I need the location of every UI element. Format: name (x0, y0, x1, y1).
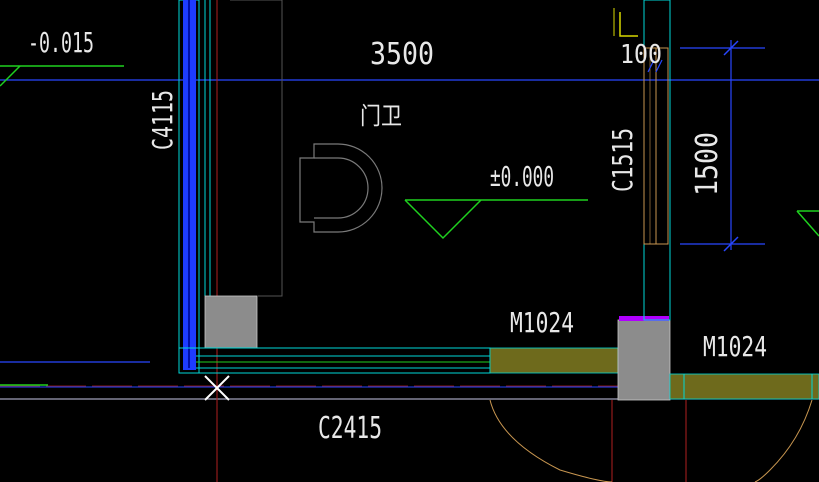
cad-drawing-canvas[interactable]: -0.015 3500 门卫 100 ±0.000 M1024 M1024 C2… (0, 0, 819, 482)
elevation-label-center: ±0.000 (490, 160, 554, 193)
dimension-label-1500: 1500 (690, 132, 725, 196)
elev-center-triangle (404, 199, 482, 240)
door-swing-arc (489, 399, 613, 482)
door-label-m1024-right: M1024 (703, 330, 767, 363)
elev-left-slope (0, 65, 21, 87)
door-swing-arc-right (754, 399, 813, 482)
yellow-marker (619, 12, 638, 37)
partition-line (230, 0, 283, 297)
window-label-c2415: C2415 (318, 411, 382, 446)
dimension-label-3500: 3500 (370, 37, 434, 72)
door-m1024-left (489, 347, 619, 374)
window-label-c1515: C1515 (606, 128, 639, 192)
floor-plan-svg[interactable]: -0.015 3500 门卫 100 ±0.000 M1024 M1024 C2… (0, 0, 819, 482)
elevation-label-left: -0.015 (28, 26, 94, 59)
door-symbol (299, 143, 383, 233)
column-right (617, 319, 671, 401)
window-label-c4115: C4115 (146, 90, 179, 150)
column-left (204, 295, 258, 349)
bottom-wall-band (178, 347, 491, 374)
door-m1024-right (669, 373, 819, 400)
door-label-m1024-left: M1024 (510, 306, 574, 339)
room-name-label: 门卫 (360, 102, 402, 130)
dimension-label-100: 100 (620, 40, 662, 70)
door-symbol-inner (314, 157, 369, 219)
elev-right-slope (796, 210, 819, 237)
